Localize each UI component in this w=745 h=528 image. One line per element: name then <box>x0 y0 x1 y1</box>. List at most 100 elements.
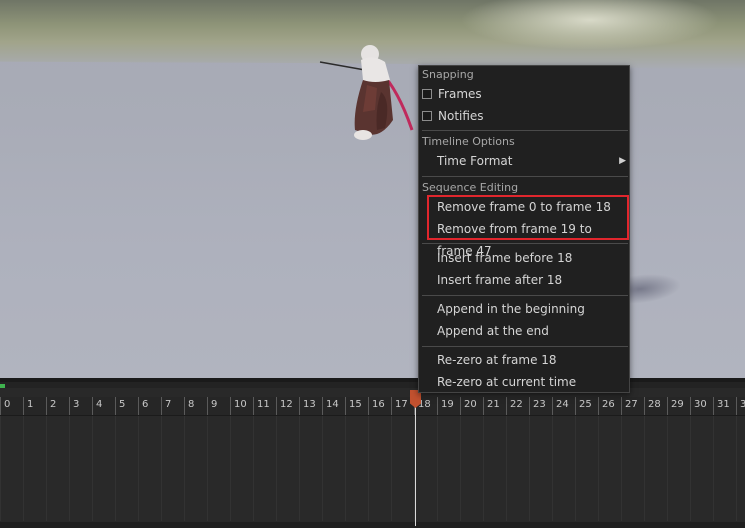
checkbox-unchecked-icon[interactable] <box>422 89 432 99</box>
frame-ruler[interactable]: 0 1 2 3 4 5 6 7 8 9 10 11 12 13 14 15 16 17 18 19 20 21 22 23 24… <box>0 397 745 416</box>
menu-item-label: Append at the end <box>437 324 549 338</box>
frame-tick[interactable]: 31 <box>713 397 736 415</box>
frame-tick-label: 27 <box>625 399 638 410</box>
frame-tick-label: 10 <box>234 399 247 410</box>
frame-tick[interactable]: 20 <box>460 397 483 415</box>
frame-tick[interactable]: 6 <box>138 397 161 415</box>
frame-tick-label: 29 <box>671 399 684 410</box>
frame-tick-label: 19 <box>441 399 454 410</box>
frame-tick-label: 4 <box>96 399 103 410</box>
menu-item-label: Time Format <box>437 154 513 168</box>
frame-tick-label: 1 <box>27 399 34 410</box>
timeline-top-edge <box>0 382 745 388</box>
menu-divider <box>422 130 628 131</box>
frame-tick-label: 6 <box>142 399 149 410</box>
frame-tick-label: 25 <box>579 399 592 410</box>
frame-tick[interactable]: 1 <box>23 397 46 415</box>
frame-tick-label: 17 <box>395 399 408 410</box>
menu-item-label: Insert frame after 18 <box>437 273 563 287</box>
timeline-start-marker <box>0 384 5 388</box>
menu-item-snap-frames[interactable]: Frames <box>420 83 628 105</box>
frame-tick-label: 11 <box>257 399 270 410</box>
menu-item-snap-notifies[interactable]: Notifies <box>420 105 628 127</box>
menu-item-rezero-frame[interactable]: Re-zero at frame 18 <box>420 349 628 371</box>
menu-item-label: Append in the beginning <box>437 302 585 316</box>
frame-tick[interactable]: 26 <box>598 397 621 415</box>
frame-tick-label: 12 <box>280 399 293 410</box>
frame-tick-label: 13 <box>303 399 316 410</box>
frame-tick[interactable]: 16 <box>368 397 391 415</box>
frame-tick[interactable]: 9 <box>207 397 230 415</box>
menu-item-label: Frames <box>438 87 482 101</box>
animation-viewport[interactable] <box>0 0 745 378</box>
frame-tick[interactable]: 13 <box>299 397 322 415</box>
frame-tick[interactable]: 32 <box>736 397 745 415</box>
chevron-right-icon: ▶ <box>619 156 626 166</box>
timeline-panel[interactable]: 0 1 2 3 4 5 6 7 8 9 10 11 12 13 14 15 16 17 18 19 20 21 22 23 24… <box>0 378 745 528</box>
frame-tick[interactable]: 28 <box>644 397 667 415</box>
frame-tick[interactable]: 27 <box>621 397 644 415</box>
frame-tick-label: 31 <box>717 399 730 410</box>
frame-tick[interactable]: 8 <box>184 397 207 415</box>
checkbox-unchecked-icon[interactable] <box>422 111 432 121</box>
menu-item-label: Re-zero at current time <box>437 375 577 389</box>
menu-divider <box>422 295 628 296</box>
menu-divider <box>422 176 628 177</box>
frame-tick-label: 14 <box>326 399 339 410</box>
frame-tick-label: 16 <box>372 399 385 410</box>
menu-item-remove-before[interactable]: Remove frame 0 to frame 18 <box>420 196 628 218</box>
frame-tick[interactable]: 2 <box>46 397 69 415</box>
section-header-timeline-options: Timeline Options <box>422 135 515 148</box>
frame-tick[interactable]: 22 <box>506 397 529 415</box>
frame-tick-label: 0 <box>4 399 11 410</box>
frame-tick[interactable]: 14 <box>322 397 345 415</box>
menu-item-label: Insert frame before 18 <box>437 251 573 265</box>
menu-item-label: Notifies <box>438 109 484 123</box>
frame-tick[interactable]: 12 <box>276 397 299 415</box>
frame-tick-label: 15 <box>349 399 362 410</box>
frame-tick-label: 32 <box>740 399 745 410</box>
menu-item-time-format[interactable]: Time Format ▶ <box>420 150 628 172</box>
frame-tick[interactable]: 10 <box>230 397 253 415</box>
section-header-snapping: Snapping <box>422 68 474 81</box>
frame-tick[interactable]: 5 <box>115 397 138 415</box>
frame-tick[interactable]: 30 <box>690 397 713 415</box>
frame-tick-label: 2 <box>50 399 57 410</box>
frame-tick[interactable]: 11 <box>253 397 276 415</box>
timeline-context-menu: Snapping Frames Notifies Timeline Option… <box>418 65 630 393</box>
frame-tick[interactable]: 15 <box>345 397 368 415</box>
timeline-bottom-bar <box>0 522 745 528</box>
frame-tick-label: 30 <box>694 399 707 410</box>
frame-tick-label: 24 <box>556 399 569 410</box>
menu-item-insert-before[interactable]: Insert frame before 18 <box>420 247 628 269</box>
frame-tick-label: 23 <box>533 399 546 410</box>
menu-item-insert-after[interactable]: Insert frame after 18 <box>420 269 628 291</box>
menu-item-append-beginning[interactable]: Append in the beginning <box>420 298 628 320</box>
frame-tick[interactable]: 25 <box>575 397 598 415</box>
frame-tick[interactable]: 0 <box>0 397 23 415</box>
menu-item-append-end[interactable]: Append at the end <box>420 320 628 342</box>
playhead-line[interactable] <box>415 390 416 526</box>
frame-tick-label: 22 <box>510 399 523 410</box>
character-model <box>319 45 414 140</box>
sky-highlight <box>460 0 720 50</box>
frame-tick[interactable]: 4 <box>92 397 115 415</box>
frame-tick[interactable]: 24 <box>552 397 575 415</box>
frame-tick[interactable]: 23 <box>529 397 552 415</box>
menu-item-rezero-current[interactable]: Re-zero at current time <box>420 371 628 393</box>
frame-tick[interactable]: 21 <box>483 397 506 415</box>
frame-tick-label: 20 <box>464 399 477 410</box>
menu-item-remove-after[interactable]: Remove from frame 19 to frame 47 <box>420 218 628 258</box>
frame-tick-label: 7 <box>165 399 172 410</box>
section-header-sequence-editing: Sequence Editing <box>422 181 519 194</box>
timeline-track-grid[interactable] <box>0 416 745 521</box>
frame-tick-label: 26 <box>602 399 615 410</box>
frame-tick-label: 3 <box>73 399 80 410</box>
frame-tick[interactable]: 7 <box>161 397 184 415</box>
menu-divider <box>422 243 628 244</box>
frame-tick-label: 8 <box>188 399 195 410</box>
frame-tick[interactable]: 29 <box>667 397 690 415</box>
frame-tick[interactable]: 3 <box>69 397 92 415</box>
menu-item-label: Re-zero at frame 18 <box>437 353 557 367</box>
frame-tick[interactable]: 19 <box>437 397 460 415</box>
